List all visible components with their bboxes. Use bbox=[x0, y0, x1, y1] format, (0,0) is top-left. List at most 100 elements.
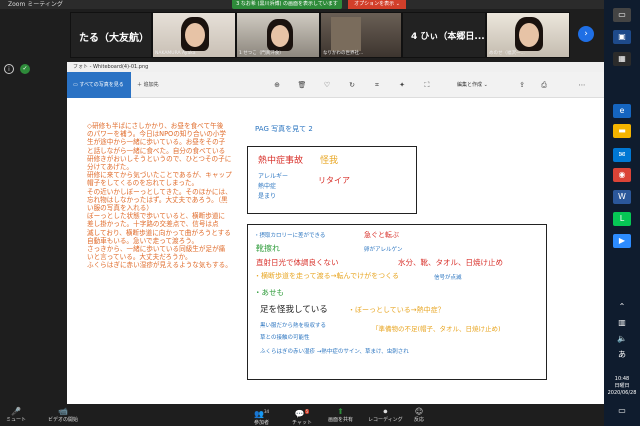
left-panel: i ✓ bbox=[0, 62, 67, 404]
sun-text: 直射日光で体調良くない bbox=[256, 258, 339, 267]
clock-time: 10:48 bbox=[614, 376, 630, 382]
mail-icon[interactable]: ✉ bbox=[613, 148, 631, 162]
volume-icon[interactable]: 🔈 bbox=[613, 332, 631, 346]
print-icon[interactable]: ⎙ bbox=[539, 80, 549, 90]
video-tile[interactable]: 4 ひぃ（本郷日... bbox=[402, 12, 486, 58]
category-box: 熱中症事故 怪我 アレルギー 熱中症 是まり リタイア bbox=[247, 146, 417, 214]
line-icon[interactable]: L bbox=[613, 212, 631, 226]
delete-icon[interactable]: 🗑 bbox=[297, 80, 307, 90]
next-page-icon[interactable]: › bbox=[578, 26, 594, 42]
analysis-box: ・摂取カロリーに差ができる 急ぐと転ぶ 靴擦れ 卵がアレルゲン 直射日光で体調良… bbox=[247, 224, 547, 380]
photo-title: フォト - Whiteboard(4)-01.png bbox=[67, 62, 604, 72]
network-icon[interactable]: ▥ bbox=[613, 316, 631, 330]
dazed-text: ・ぼーっとしている→熱中症？ bbox=[348, 306, 445, 314]
screen: Zoom ミーティング 3 なお希 (黒川浜博) の画面を表示しています オプシ… bbox=[0, 0, 640, 426]
zoom-icon[interactable]: ▶ bbox=[613, 234, 631, 248]
clock[interactable]: 10:48 日曜日 2020/06/28 bbox=[606, 376, 638, 397]
video-tile[interactable]: なりかわの世界社... bbox=[320, 12, 402, 58]
heatstroke-label: 熱中症 bbox=[258, 183, 277, 190]
reactions-label: 反応 bbox=[414, 417, 425, 423]
share-banner: 3 なお希 (黒川浜博) の画面を表示しています bbox=[232, 0, 342, 9]
start-video-button[interactable]: 📹 ビデオの開始 bbox=[48, 407, 78, 423]
participants-count: 34 bbox=[263, 409, 270, 414]
rush-text: 急ぐと転ぶ bbox=[364, 231, 399, 239]
record-icon: ⏺ bbox=[383, 407, 388, 416]
add-to-button[interactable]: ＋ 追加先 bbox=[137, 72, 159, 98]
microphone-icon: 🎤 bbox=[11, 407, 21, 416]
clock-day: 日曜日 bbox=[614, 383, 630, 389]
video-tile[interactable]: たる（大友航） bbox=[70, 12, 152, 58]
participant-name: なりかわの世界社... bbox=[323, 51, 364, 56]
lack-text: 「準備物の不足(帽子、タオル、日焼け止め) bbox=[372, 325, 501, 333]
heat-accident-label: 熱中症事故 bbox=[258, 156, 304, 166]
participant-name: たる（大友航） bbox=[79, 33, 149, 44]
chat-label: チャット bbox=[292, 419, 312, 426]
video-tile[interactable]: めのせ（福沢一... bbox=[486, 12, 570, 58]
chat-badge: 5 bbox=[304, 409, 310, 414]
leg-text: 足を怪我している bbox=[260, 305, 328, 315]
share-screen-button[interactable]: ⬆ 画面を共有 bbox=[328, 407, 353, 423]
participants-icon: 👥34 bbox=[254, 409, 270, 419]
allergy-label: アレルギー bbox=[258, 173, 289, 180]
info-icon[interactable]: i bbox=[4, 64, 14, 74]
record-button[interactable]: ⏺ レコーディング bbox=[368, 407, 403, 423]
rotate-icon[interactable]: ↻ bbox=[347, 80, 357, 90]
mute-label: ミュート bbox=[6, 417, 27, 423]
chevron-up-icon[interactable]: ⌃ bbox=[613, 300, 631, 314]
calendar-icon[interactable]: ▦ bbox=[613, 52, 631, 66]
all-photos-button[interactable]: ▭ すべての写真を見る bbox=[67, 72, 131, 98]
video-tile[interactable]: 1 せつこ（門真汗食） bbox=[236, 12, 320, 58]
crop-edit-icon[interactable]: ⛶ bbox=[422, 80, 432, 90]
window-icon[interactable]: ▣ bbox=[613, 30, 631, 44]
black-clothes-text: 黒い服だから熱を吸収する bbox=[260, 323, 327, 329]
participant-name: 4 ひぃ（本郷日... bbox=[411, 32, 485, 42]
chat-button[interactable]: 💬5 チャット bbox=[292, 407, 312, 426]
retire-label: リタイア bbox=[318, 176, 350, 185]
items-text: 水分、靴、タオル、日焼け止め bbox=[398, 258, 503, 267]
reactions-button[interactable]: ☺ 反応 bbox=[414, 407, 424, 423]
whiteboard-image: ◇研修も半ばにさしかかり、お昼を食べて午後 のパワーを補う。今日はNPOの知り合… bbox=[67, 98, 604, 404]
edge-icon[interactable]: e bbox=[613, 104, 631, 118]
participants-label: 参加者 bbox=[254, 419, 270, 426]
monitor-icon[interactable]: ▭ bbox=[613, 8, 631, 22]
crop-icon[interactable]: ⌗ bbox=[372, 80, 382, 90]
injury-label: 怪我 bbox=[320, 156, 339, 166]
ime-icon[interactable]: あ bbox=[613, 348, 631, 362]
photo-viewer-window: フォト - Whiteboard(4)-01.png ▭ すべての写真を見る ＋… bbox=[67, 62, 604, 404]
calf-text: ふくらはぎの赤い湿疹 →熱中症のサイン、草まけ、虫刺され bbox=[260, 349, 409, 355]
crosswalk-text: ・横断歩道を走って渡る→転んでけがをつくる bbox=[254, 272, 400, 280]
pag-label: PAG 写真を見て 2 bbox=[255, 125, 313, 133]
egg-text: 卵がアレルゲン bbox=[364, 247, 403, 253]
all-photos-label: すべての写真を見る bbox=[79, 82, 124, 88]
favorite-icon[interactable]: ♡ bbox=[322, 80, 332, 90]
chrome-icon[interactable]: ◉ bbox=[613, 168, 631, 182]
clock-date: 2020/06/28 bbox=[607, 390, 637, 396]
record-label: レコーディング bbox=[368, 417, 403, 423]
more-icon[interactable]: ⋯ bbox=[577, 80, 587, 90]
video-label: ビデオの開始 bbox=[48, 417, 79, 423]
sweat-text: ・あせも bbox=[254, 288, 284, 297]
notifications-icon[interactable]: ▭ bbox=[613, 404, 631, 418]
video-tile[interactable]: NAKAMURA Ayaka bbox=[152, 12, 236, 58]
share-screen-icon: ⬆ bbox=[337, 407, 344, 416]
fall-label: 是まり bbox=[258, 193, 277, 200]
participant-name: めのせ（福沢一... bbox=[489, 51, 525, 56]
zoom-in-icon[interactable]: ⊕ bbox=[272, 80, 282, 90]
calorie-text: ・摂取カロリーに差ができる bbox=[254, 233, 326, 239]
video-off-icon: 📹 bbox=[58, 407, 68, 416]
signal-text: 信号が点滅 bbox=[434, 275, 462, 281]
mute-button[interactable]: 🎤 ミュート bbox=[6, 407, 26, 423]
edit-create-button[interactable]: 編集と作成 ⌄ bbox=[457, 72, 488, 98]
reactions-icon: ☺ bbox=[414, 407, 424, 416]
share-icon[interactable]: ⇪ bbox=[517, 80, 527, 90]
participants-button[interactable]: 👥34 参加者 bbox=[254, 407, 269, 426]
enhance-icon[interactable]: ✦ bbox=[397, 80, 407, 90]
word-icon[interactable]: W bbox=[613, 190, 631, 204]
chat-icon: 💬5 bbox=[294, 409, 310, 419]
participant-name: NAKAMURA Ayaka bbox=[155, 51, 196, 56]
explorer-icon[interactable]: ▬ bbox=[613, 124, 631, 138]
share-options-button[interactable]: オプションを表示 ⌄ bbox=[348, 0, 406, 9]
shield-icon[interactable]: ✓ bbox=[20, 64, 30, 74]
share-label: 画面を共有 bbox=[328, 417, 354, 423]
plants-text: 草との接触の可能性 bbox=[260, 335, 310, 341]
